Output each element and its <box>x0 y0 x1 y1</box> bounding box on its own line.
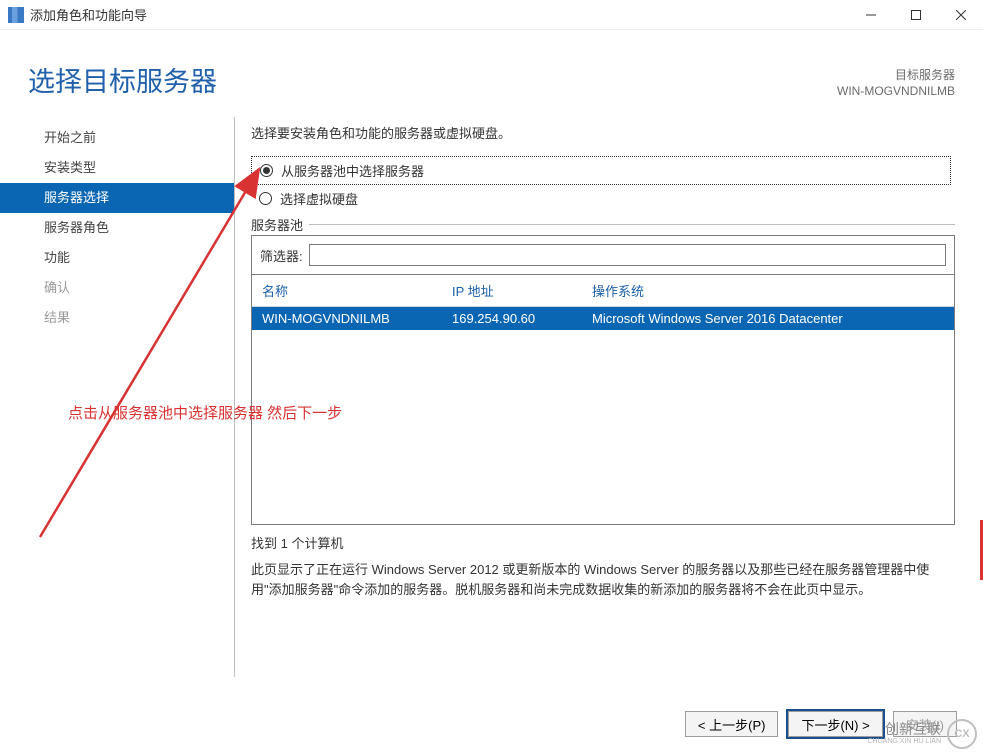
cell-os: Microsoft Windows Server 2016 Datacenter <box>592 311 944 326</box>
watermark: 创新互联 CHUANG XIN HU LIAN CX <box>867 719 977 749</box>
prev-button-label: < 上一步(P) <box>698 715 766 734</box>
window-title: 添加角色和功能向导 <box>30 5 147 24</box>
sidebar-item-results: 结果 <box>0 303 234 333</box>
cell-ip: 169.254.90.60 <box>452 311 592 326</box>
radio-vhd[interactable]: 选择虚拟硬盘 <box>251 187 955 210</box>
content-pane: 选择要安装角色和功能的服务器或虚拟硬盘。 从服务器池中选择服务器 选择虚拟硬盘 … <box>234 117 983 677</box>
target-name: WIN-MOGVNDNILMB <box>837 83 955 99</box>
radio-icon <box>259 192 272 205</box>
description-text: 此页显示了正在运行 Windows Server 2012 或更新版本的 Win… <box>251 560 955 599</box>
sidebar-item-confirm: 确认 <box>0 273 234 303</box>
sidebar-item-install-type[interactable]: 安装类型 <box>0 153 234 183</box>
server-table: 名称 IP 地址 操作系统 WIN-MOGVNDNILMB 169.254.90… <box>251 275 955 525</box>
target-server-info: 目标服务器 WIN-MOGVNDNILMB <box>837 67 955 99</box>
table-row[interactable]: WIN-MOGVNDNILMB 169.254.90.60 Microsoft … <box>252 307 954 330</box>
watermark-line1: 创新互联 <box>867 722 941 737</box>
filter-label: 筛选器: <box>260 246 303 265</box>
column-header-ip[interactable]: IP 地址 <box>452 281 592 300</box>
maximize-button[interactable] <box>893 0 938 30</box>
radio-from-pool[interactable]: 从服务器池中选择服务器 <box>252 159 950 182</box>
prev-button[interactable]: < 上一步(P) <box>685 711 779 737</box>
server-pool-title: 服务器池 <box>251 215 309 234</box>
watermark-badge: CX <box>947 719 977 749</box>
radio-from-pool-label: 从服务器池中选择服务器 <box>281 161 424 180</box>
sidebar-item-server-roles[interactable]: 服务器角色 <box>0 213 234 243</box>
cell-name: WIN-MOGVNDNILMB <box>262 311 452 326</box>
watermark-line2: CHUANG XIN HU LIAN <box>867 738 941 746</box>
close-button[interactable] <box>938 0 983 30</box>
annotation-text: 点击从服务器池中选择服务器 然后下一步 <box>68 402 342 423</box>
instruction-text: 选择要安装角色和功能的服务器或虚拟硬盘。 <box>251 123 955 142</box>
title-bar: 添加角色和功能向导 <box>0 0 983 30</box>
app-icon <box>8 7 24 23</box>
sidebar-item-server-selection[interactable]: 服务器选择 <box>0 183 234 213</box>
target-label: 目标服务器 <box>837 67 955 83</box>
sidebar-item-features[interactable]: 功能 <box>0 243 234 273</box>
filter-input[interactable] <box>309 244 946 266</box>
found-count: 找到 1 个计算机 <box>251 533 955 552</box>
minimize-button[interactable] <box>848 0 893 30</box>
next-button-label: 下一步(N) > <box>801 715 869 734</box>
wizard-steps-sidebar: 开始之前 安装类型 服务器选择 服务器角色 功能 确认 结果 <box>0 117 234 677</box>
page-title: 选择目标服务器 <box>28 60 217 99</box>
radio-vhd-label: 选择虚拟硬盘 <box>280 189 358 208</box>
sidebar-item-before-start[interactable]: 开始之前 <box>0 123 234 153</box>
column-header-name[interactable]: 名称 <box>262 281 452 300</box>
radio-icon <box>260 164 273 177</box>
column-header-os[interactable]: 操作系统 <box>592 281 944 300</box>
